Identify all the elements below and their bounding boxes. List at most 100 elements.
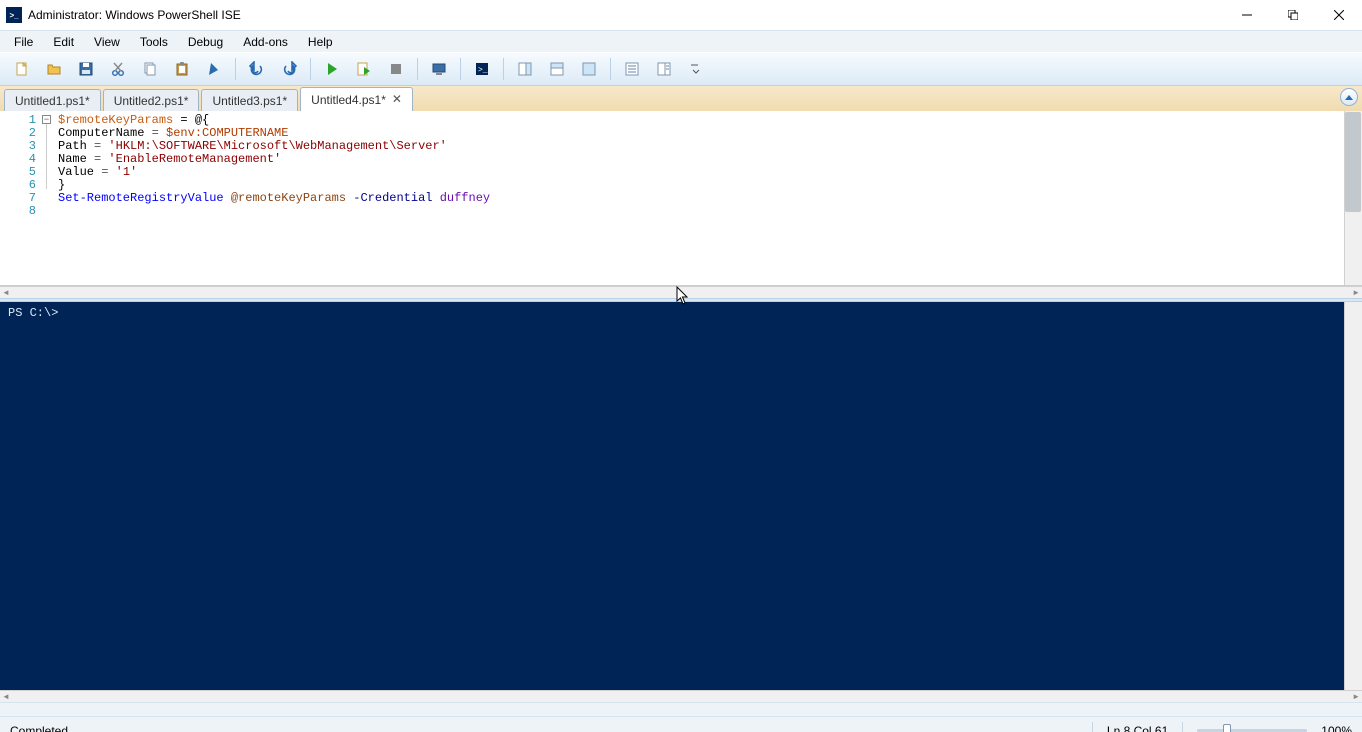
toolbar-separator (460, 58, 461, 80)
show-commands-button[interactable] (618, 56, 646, 82)
redo-button[interactable] (275, 56, 303, 82)
code-token: $remoteKeyParams (58, 113, 173, 127)
code-token: Set-RemoteRegistryValue (58, 191, 224, 205)
paste-button[interactable] (168, 56, 196, 82)
code-line[interactable]: Name = 'EnableRemoteManagement' (58, 153, 1344, 166)
script-tab[interactable]: Untitled4.ps1*✕ (300, 87, 413, 111)
code-token: = @{ (173, 113, 209, 127)
zoom-slider[interactable] (1197, 729, 1307, 732)
secondary-status-strip (0, 702, 1362, 716)
close-button[interactable] (1316, 0, 1362, 30)
cursor-position: Ln 8 Col 61 (1107, 724, 1168, 732)
code-token (432, 191, 439, 205)
fold-guide (46, 124, 54, 137)
fold-toggle-icon[interactable]: − (42, 115, 51, 124)
code-token (159, 126, 166, 140)
save-file-button[interactable] (72, 56, 100, 82)
run-selection-button[interactable] (350, 56, 378, 82)
window-controls (1224, 0, 1362, 30)
code-token: = (152, 126, 159, 140)
console-pane-wrap: PS C:\> (0, 302, 1362, 690)
menu-item-addons[interactable]: Add-ons (233, 33, 298, 51)
layout-script-right-button[interactable] (511, 56, 539, 82)
toolbar-separator (310, 58, 311, 80)
code-token: Name (58, 152, 94, 166)
menu-item-file[interactable]: File (4, 33, 43, 51)
toolbar-separator (417, 58, 418, 80)
menu-bar: FileEditViewToolsDebugAdd-onsHelp (0, 30, 1362, 52)
editor-horizontal-scrollbar[interactable]: ◄► (0, 286, 1362, 298)
menu-item-debug[interactable]: Debug (178, 33, 233, 51)
scrollbar-thumb[interactable] (1345, 112, 1361, 212)
code-token: Value (58, 165, 101, 179)
fold-guide (46, 163, 54, 176)
open-file-button[interactable] (40, 56, 68, 82)
code-token: 'EnableRemoteManagement' (108, 152, 281, 166)
minimize-button[interactable] (1224, 0, 1270, 30)
menu-item-edit[interactable]: Edit (43, 33, 84, 51)
console-horizontal-scrollbar[interactable]: ◄► (0, 690, 1362, 702)
code-token: $env:COMPUTERNAME (166, 126, 288, 140)
line-number-gutter: 12345678 (0, 111, 42, 285)
fold-guide (46, 150, 54, 163)
tab-label: Untitled3.ps1* (212, 94, 287, 108)
status-bar: Completed Ln 8 Col 61 100% (0, 716, 1362, 732)
code-token (108, 165, 115, 179)
script-tab[interactable]: Untitled2.ps1* (103, 89, 200, 111)
code-token: '1' (116, 165, 138, 179)
zoom-level: 100% (1321, 724, 1352, 732)
console-prompt: PS C:\> (8, 306, 58, 320)
tab-bar: Untitled1.ps1* Untitled2.ps1* Untitled3.ps… (0, 86, 1362, 111)
maximize-button[interactable] (1270, 0, 1316, 30)
fold-guide (46, 137, 54, 150)
toolbar-separator (610, 58, 611, 80)
status-divider (1182, 722, 1183, 732)
editor-vertical-scrollbar[interactable] (1344, 111, 1362, 285)
overflow-button[interactable] (682, 56, 710, 82)
code-folding-column[interactable]: − (42, 111, 54, 285)
show-toolbox-button[interactable] (650, 56, 678, 82)
close-tab-icon[interactable]: ✕ (392, 92, 402, 107)
menu-item-tools[interactable]: Tools (130, 33, 178, 51)
menu-item-view[interactable]: View (84, 33, 130, 51)
tab-label: Untitled2.ps1* (114, 94, 189, 108)
code-token: 'HKLM:\SOFTWARE\Microsoft\WebManagement\… (108, 139, 446, 153)
copy-button[interactable] (136, 56, 164, 82)
code-line[interactable]: Value = '1' (58, 166, 1344, 179)
line-number: 8 (0, 205, 36, 218)
undo-button[interactable] (243, 56, 271, 82)
toolbar: >_ (0, 52, 1362, 86)
toolbar-separator (503, 58, 504, 80)
run-script-button[interactable] (318, 56, 346, 82)
menu-item-help[interactable]: Help (298, 33, 343, 51)
window-title: Administrator: Windows PowerShell ISE (28, 8, 241, 22)
code-token (224, 191, 231, 205)
app-icon (6, 7, 22, 23)
code-token: } (58, 178, 65, 192)
run-ps-button[interactable] (200, 56, 228, 82)
status-divider (1092, 722, 1093, 732)
toolbar-separator (235, 58, 236, 80)
collapse-script-pane-icon[interactable] (1340, 88, 1358, 106)
layout-full-button[interactable] (575, 56, 603, 82)
fold-guide (46, 176, 54, 189)
tab-label: Untitled1.ps1* (15, 94, 90, 108)
script-tab[interactable]: Untitled1.ps1* (4, 89, 101, 111)
code-area[interactable]: $remoteKeyParams = @{ ComputerName = $env… (54, 111, 1344, 285)
zoom-slider-thumb[interactable] (1223, 724, 1231, 732)
console-pane[interactable]: PS C:\> (0, 302, 1344, 690)
stop-button[interactable] (382, 56, 410, 82)
code-token: Path (58, 139, 94, 153)
console-vertical-scrollbar[interactable] (1344, 302, 1362, 690)
ps-console-button[interactable]: >_ (468, 56, 496, 82)
new-file-button[interactable] (8, 56, 36, 82)
cut-button[interactable] (104, 56, 132, 82)
status-text: Completed (10, 724, 68, 732)
layout-top-button[interactable] (543, 56, 571, 82)
code-line[interactable]: Set-RemoteRegistryValue @remoteKeyParams… (58, 192, 1344, 205)
script-editor[interactable]: 12345678 − $remoteKeyParams = @{ Computer… (0, 111, 1362, 286)
code-token: ComputerName (58, 126, 152, 140)
code-token: @remoteKeyParams (231, 191, 346, 205)
script-tab[interactable]: Untitled3.ps1* (201, 89, 298, 111)
remote-button[interactable] (425, 56, 453, 82)
